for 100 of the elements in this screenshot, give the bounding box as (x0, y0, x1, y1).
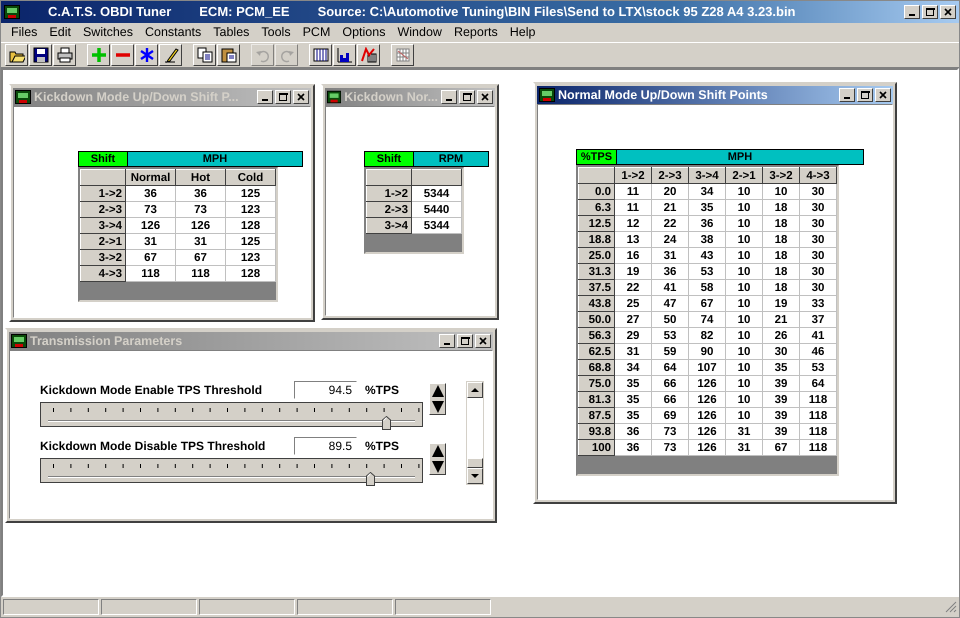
table-cell[interactable]: 31 (176, 234, 226, 250)
table-cell[interactable]: 22 (652, 216, 688, 232)
table-cell[interactable]: 10 (726, 264, 762, 280)
table-cell[interactable]: 10 (762, 184, 800, 200)
table-cell[interactable]: 18 (762, 216, 800, 232)
table-cell[interactable]: 31 (126, 234, 176, 250)
table-cell[interactable]: 31 (652, 248, 688, 264)
table-cell[interactable]: 19 (614, 264, 652, 280)
table-cell[interactable]: 5344 (412, 186, 462, 202)
toolbar-button[interactable] (333, 44, 356, 66)
table-cell[interactable]: 5344 (412, 218, 462, 234)
scroll-down-button[interactable] (467, 468, 483, 484)
table-cell[interactable]: 18 (762, 232, 800, 248)
table-cell[interactable]: 126 (688, 424, 726, 440)
maximize-button[interactable] (922, 5, 938, 19)
table-cell[interactable]: 10 (726, 232, 762, 248)
toolbar-button[interactable] (111, 44, 134, 66)
table-cell[interactable]: 10 (726, 328, 762, 344)
menu-item[interactable]: Files (5, 23, 44, 42)
table-cell[interactable]: 73 (652, 424, 688, 440)
value-field[interactable]: 94.5 (294, 381, 357, 399)
table-cell[interactable]: 118 (126, 266, 176, 282)
table-cell[interactable]: 73 (652, 440, 688, 456)
slider-thumb[interactable] (382, 413, 391, 427)
scroll-thumb[interactable] (467, 458, 483, 468)
table-cell[interactable]: 33 (800, 296, 836, 312)
close-button[interactable] (477, 90, 493, 104)
menu-item[interactable]: Window (391, 23, 448, 42)
close-button[interactable] (475, 334, 491, 348)
toolbar-button[interactable] (135, 44, 158, 66)
table-cell[interactable]: 64 (652, 360, 688, 376)
table-cell[interactable]: 125 (226, 186, 276, 202)
table-cell[interactable]: 53 (652, 328, 688, 344)
table-cell[interactable]: 30 (800, 280, 836, 296)
table-cell[interactable]: 18 (762, 248, 800, 264)
table-cell[interactable]: 19 (762, 296, 800, 312)
table-cell[interactable]: 90 (688, 344, 726, 360)
table-cell[interactable]: 34 (614, 360, 652, 376)
table-cell[interactable]: 36 (688, 216, 726, 232)
table-cell[interactable]: 30 (762, 344, 800, 360)
table-cell[interactable]: 125 (226, 234, 276, 250)
toolbar-button[interactable] (53, 44, 76, 66)
spin-button[interactable] (429, 443, 446, 475)
maximize-button[interactable] (457, 334, 473, 348)
table-cell[interactable]: 39 (762, 376, 800, 392)
table-cell[interactable]: 26 (762, 328, 800, 344)
table-cell[interactable]: 39 (762, 424, 800, 440)
slider-thumb[interactable] (366, 469, 375, 483)
table-cell[interactable]: 126 (688, 408, 726, 424)
table-cell[interactable]: 31 (726, 440, 762, 456)
table-cell[interactable]: 37 (800, 312, 836, 328)
menu-item[interactable]: Help (504, 23, 542, 42)
table-cell[interactable]: 128 (226, 266, 276, 282)
table-cell[interactable]: 30 (800, 216, 836, 232)
maximize-button[interactable] (857, 88, 873, 102)
table-cell[interactable]: 126 (688, 392, 726, 408)
table-cell[interactable]: 27 (614, 312, 652, 328)
table-cell[interactable]: 10 (726, 296, 762, 312)
table-cell[interactable]: 34 (688, 184, 726, 200)
table-cell[interactable]: 35 (614, 392, 652, 408)
spin-button[interactable] (429, 383, 446, 415)
menu-item[interactable]: Edit (43, 23, 77, 42)
table-cell[interactable]: 10 (726, 184, 762, 200)
table-cell[interactable]: 123 (226, 202, 276, 218)
table-cell[interactable]: 18 (762, 280, 800, 296)
menu-item[interactable]: Tables (207, 23, 256, 42)
vertical-scrollbar[interactable] (466, 381, 484, 485)
table-cell[interactable]: 67 (126, 250, 176, 266)
table-cell[interactable]: 43 (688, 248, 726, 264)
menu-item[interactable]: PCM (296, 23, 336, 42)
table-cell[interactable]: 35 (614, 408, 652, 424)
table-cell[interactable]: 66 (652, 376, 688, 392)
menu-item[interactable]: Reports (448, 23, 504, 42)
slider-track[interactable] (40, 402, 423, 427)
table-cell[interactable]: 38 (688, 232, 726, 248)
window-titlebar[interactable]: Normal Mode Up/Down Shift Points (537, 86, 893, 104)
table-cell[interactable]: 36 (614, 424, 652, 440)
toolbar-button[interactable] (217, 44, 240, 66)
table-cell[interactable]: 10 (726, 408, 762, 424)
table-cell[interactable]: 10 (726, 376, 762, 392)
table-cell[interactable]: 10 (726, 312, 762, 328)
table-cell[interactable]: 36 (614, 440, 652, 456)
table-cell[interactable]: 41 (652, 280, 688, 296)
table-cell[interactable]: 10 (726, 248, 762, 264)
minimize-button[interactable] (904, 5, 920, 19)
table-cell[interactable]: 118 (800, 440, 836, 456)
table-cell[interactable]: 10 (726, 216, 762, 232)
table-cell[interactable]: 50 (652, 312, 688, 328)
table-cell[interactable]: 22 (614, 280, 652, 296)
table-cell[interactable]: 128 (226, 218, 276, 234)
table-cell[interactable]: 126 (688, 440, 726, 456)
table-cell[interactable]: 30 (800, 232, 836, 248)
table-cell[interactable]: 31 (614, 344, 652, 360)
table-cell[interactable]: 107 (688, 360, 726, 376)
table-cell[interactable]: 10 (726, 392, 762, 408)
minimize-button[interactable] (441, 90, 457, 104)
scroll-up-button[interactable] (467, 382, 483, 398)
table-cell[interactable]: 30 (800, 184, 836, 200)
table-cell[interactable]: 11 (614, 184, 652, 200)
table-cell[interactable]: 35 (614, 376, 652, 392)
